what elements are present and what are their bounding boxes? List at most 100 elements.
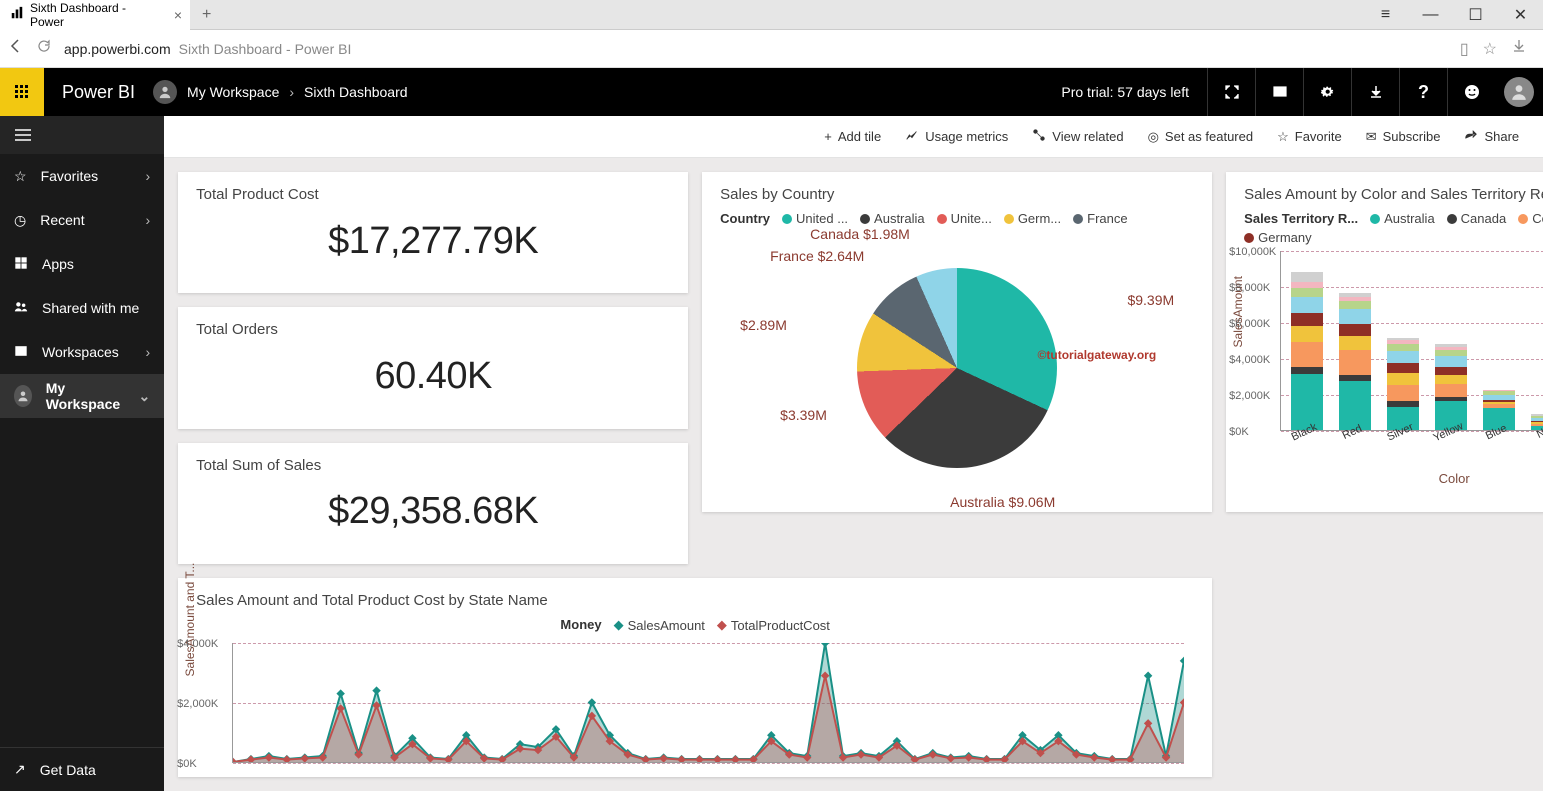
help-icon[interactable]: ? (1399, 68, 1447, 116)
workspace-icon (14, 344, 28, 361)
close-window-icon[interactable]: ✕ (1498, 0, 1543, 30)
action-label: Usage metrics (925, 129, 1008, 144)
notifications-icon[interactable] (1255, 68, 1303, 116)
action-label: Set as featured (1165, 129, 1253, 144)
nav-my-workspace[interactable]: My Workspace ⌄ (0, 374, 164, 418)
star-icon: ☆ (14, 168, 27, 185)
legend-label: Sales Territory R... (1244, 211, 1358, 226)
url-host: app.powerbi.com (64, 41, 171, 57)
set-featured-button[interactable]: ◎Set as featured (1148, 129, 1254, 145)
trial-status[interactable]: Pro trial: 57 days left (1043, 84, 1207, 100)
chart-line-icon (905, 128, 919, 145)
legend-item: United ... (796, 211, 848, 226)
star-icon: ☆ (1277, 129, 1289, 145)
nav-label: Shared with me (42, 300, 139, 316)
tile-title: Sales Amount and Total Product Cost by S… (196, 592, 1194, 609)
nav-collapse-icon[interactable] (0, 116, 164, 154)
account-avatar-icon[interactable] (1504, 77, 1534, 107)
add-tile-button[interactable]: + Add tile (824, 129, 881, 144)
nav-label: My Workspace (46, 380, 125, 412)
reading-view-icon[interactable]: ▯ (1460, 39, 1469, 59)
legend-label: Country (720, 211, 770, 226)
apps-icon (14, 256, 28, 273)
browser-tab-strip: Sixth Dashboard - Power × + ≡ — ☐ ✕ (0, 0, 1543, 30)
tile-sales-by-color-region[interactable]: Sales Amount by Color and Sales Territor… (1226, 172, 1543, 512)
browser-tab[interactable]: Sixth Dashboard - Power × (0, 0, 190, 30)
chart-bar-icon (10, 6, 24, 23)
usage-metrics-button[interactable]: Usage metrics (905, 128, 1008, 145)
fullscreen-icon[interactable] (1207, 68, 1255, 116)
nav-apps[interactable]: Apps (0, 242, 164, 286)
clock-icon: ◷ (14, 212, 26, 229)
legend-item: Australia (1384, 211, 1435, 226)
menu-icon[interactable]: ≡ (1363, 0, 1408, 30)
app-header: Power BI My Workspace › Sixth Dashboard … (0, 68, 1543, 116)
slice-label: $9.39M (1127, 292, 1174, 308)
area-line-chart: $0K$2,000K$4,000K (232, 643, 1184, 763)
pie-chart: Canada $1.98M France $2.64M $2.89M $3.39… (720, 232, 1194, 504)
dashboard-action-bar: + Add tile Usage metrics View related ◎Se… (164, 116, 1543, 158)
brand-label[interactable]: Power BI (44, 82, 153, 103)
view-related-button[interactable]: View related (1032, 128, 1123, 145)
nav-label: Get Data (40, 762, 96, 778)
url-field[interactable]: app.powerbi.com Sixth Dashboard - Power … (64, 41, 1448, 57)
feedback-smile-icon[interactable] (1447, 68, 1495, 116)
nav-favorites[interactable]: ☆ Favorites › (0, 154, 164, 198)
nav-get-data[interactable]: ↗ Get Data (0, 747, 164, 791)
tile-title: Sales Amount by Color and Sales Territor… (1244, 186, 1543, 203)
tile-sales-by-country[interactable]: Sales by Country Country United ... Aust… (702, 172, 1212, 512)
kpi-column: Total Product Cost $17,277.79K Total Ord… (178, 172, 688, 564)
slice-label: $3.39M (780, 407, 827, 423)
nav-shared[interactable]: Shared with me (0, 286, 164, 330)
new-tab-button[interactable]: + (190, 6, 223, 24)
settings-gear-icon[interactable] (1303, 68, 1351, 116)
kpi-value: $17,277.79K (328, 220, 538, 263)
legend-item: SalesAmount (628, 618, 705, 633)
nav-label: Favorites (41, 168, 99, 184)
breadcrumb-workspace[interactable]: My Workspace (187, 84, 279, 100)
address-bar: app.powerbi.com Sixth Dashboard - Power … (0, 30, 1543, 68)
tab-title: Sixth Dashboard - Power (30, 1, 160, 29)
people-icon (14, 300, 28, 317)
breadcrumb: My Workspace › Sixth Dashboard (153, 80, 408, 104)
arrow-out-icon: ↗ (14, 761, 26, 778)
share-button[interactable]: Share (1464, 128, 1519, 145)
favorite-button[interactable]: ☆Favorite (1277, 129, 1342, 145)
legend-item: Australia (874, 211, 925, 226)
legend-item: Canada (1461, 211, 1507, 226)
tile-total-orders[interactable]: Total Orders 60.40K (178, 307, 688, 428)
favorite-star-icon[interactable]: ☆ (1483, 39, 1497, 59)
slice-label: Canada $1.98M (810, 226, 910, 242)
maximize-icon[interactable]: ☐ (1453, 0, 1498, 30)
tile-sales-cost-by-state[interactable]: Sales Amount and Total Product Cost by S… (178, 578, 1212, 777)
stacked-bar-chart: $0K$2,000K$4,000K$6,000K$8,000K$10,000K (1280, 251, 1543, 431)
subscribe-button[interactable]: ✉Subscribe (1366, 129, 1441, 145)
close-icon[interactable]: × (174, 7, 182, 23)
download-header-icon[interactable] (1351, 68, 1399, 116)
nav-recent[interactable]: ◷ Recent › (0, 198, 164, 242)
kpi-title: Total Product Cost (196, 186, 670, 203)
chevron-right-icon: › (146, 344, 151, 360)
breadcrumb-dashboard[interactable]: Sixth Dashboard (304, 84, 408, 100)
app-launcher-icon[interactable] (0, 68, 44, 116)
kpi-value: $29,358.68K (328, 490, 538, 533)
refresh-icon[interactable] (36, 38, 52, 59)
related-icon (1032, 128, 1046, 145)
nav-workspaces[interactable]: Workspaces › (0, 330, 164, 374)
download-icon[interactable] (1511, 38, 1527, 59)
nav-label: Workspaces (42, 344, 119, 360)
minimize-icon[interactable]: — (1408, 0, 1453, 30)
plus-icon: + (824, 129, 832, 144)
action-label: Subscribe (1383, 129, 1441, 144)
legend-item: Central (1532, 211, 1543, 226)
diamond-icon: ◆ (717, 617, 727, 633)
slice-label: France $2.64M (770, 248, 864, 264)
tile-total-sum-sales[interactable]: Total Sum of Sales $29,358.68K (178, 443, 688, 564)
watermark: ©tutorialgateway.org (1038, 348, 1157, 362)
back-icon[interactable] (8, 38, 24, 59)
action-label: Add tile (838, 129, 881, 144)
left-nav: ☆ Favorites › ◷ Recent › Apps Shared wit… (0, 116, 164, 791)
x-axis-labels: BlackRedSilverYellowBlueNAMultiWhite (1280, 431, 1543, 449)
tile-total-product-cost[interactable]: Total Product Cost $17,277.79K (178, 172, 688, 293)
legend-item: TotalProductCost (731, 618, 830, 633)
